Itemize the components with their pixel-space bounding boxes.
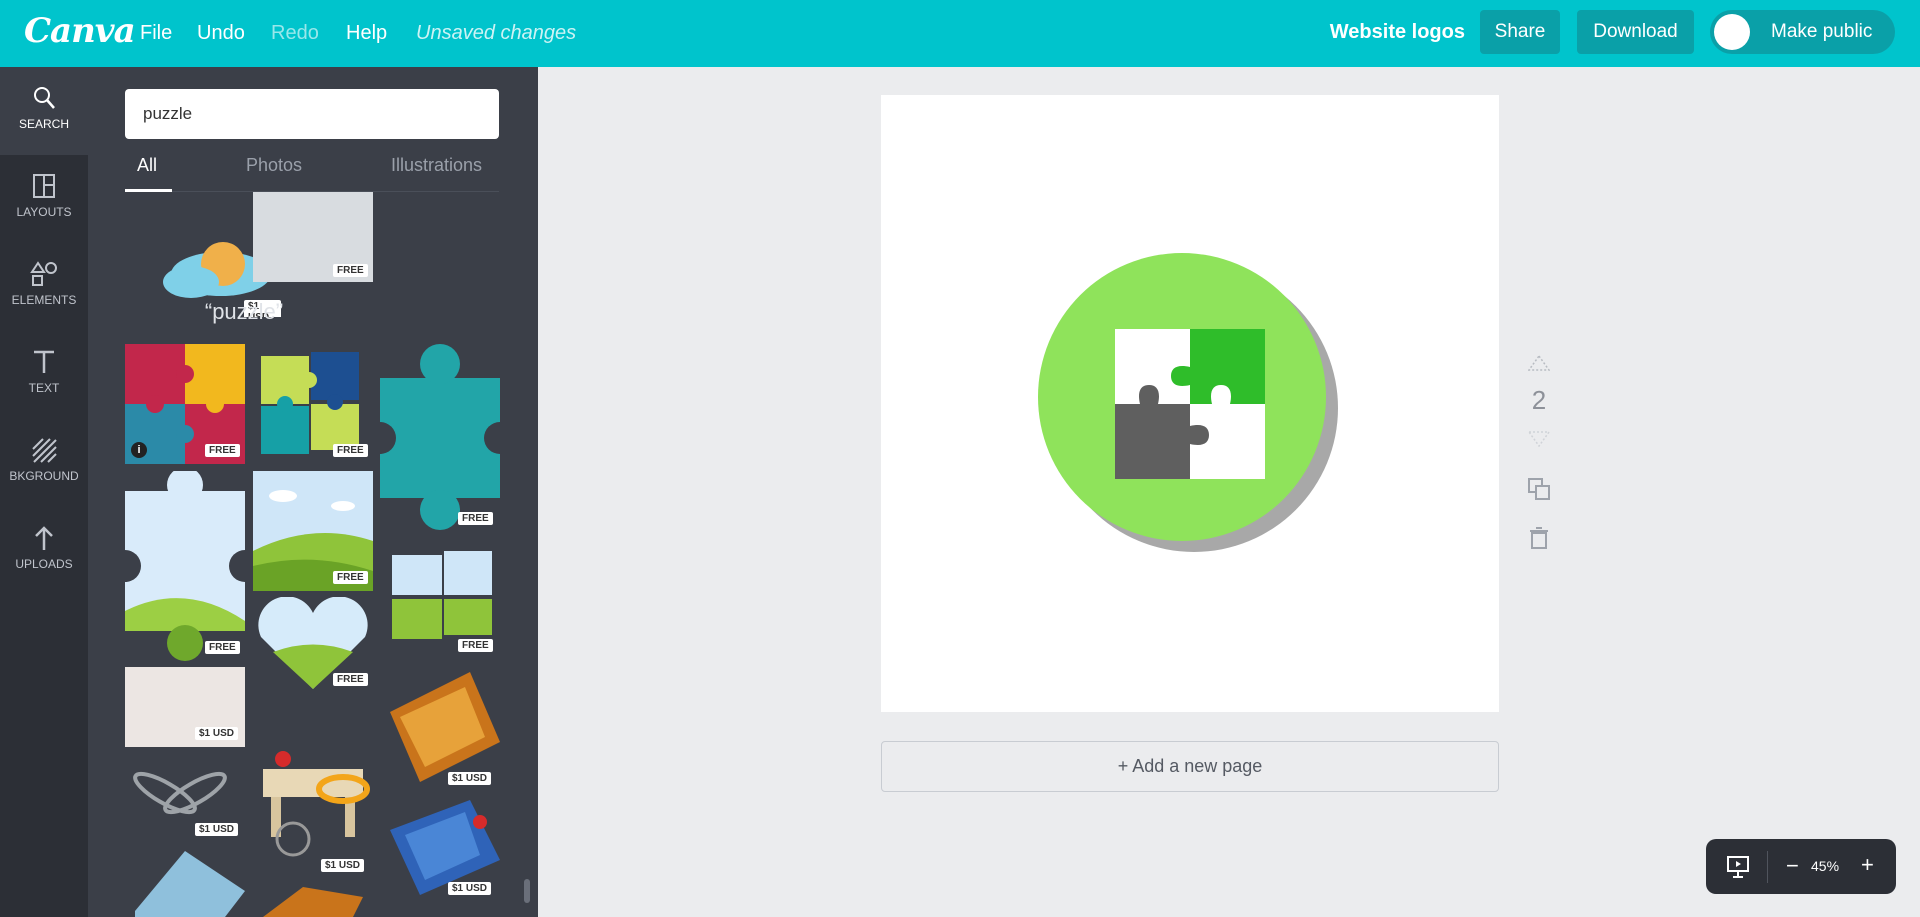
price-badge: $1 USD [448, 882, 492, 895]
zoom-divider [1767, 851, 1768, 883]
rail-uploads[interactable]: UPLOADS [0, 507, 88, 595]
result-thumbnail[interactable]: $1 USD [125, 753, 245, 843]
zoom-in-icon[interactable]: + [1861, 852, 1874, 878]
rail-background[interactable]: BKGROUND [0, 419, 88, 507]
tab-illustrations[interactable]: Illustrations [391, 155, 482, 176]
rail-search-label: SEARCH [18, 117, 69, 131]
free-badge: FREE [205, 444, 240, 457]
panel-scrollbar[interactable] [524, 879, 530, 903]
top-bar: Canva File Undo Redo Help Unsaved change… [0, 0, 1920, 67]
free-badge: FREE [333, 673, 368, 686]
result-thumbnail[interactable]: $1 USD [380, 800, 502, 900]
present-icon[interactable] [1726, 855, 1750, 879]
result-thumbnail[interactable] [125, 851, 245, 917]
result-thumbnail[interactable]: FREE [125, 471, 245, 661]
free-badge: FREE [333, 264, 368, 277]
free-badge: FREE [458, 639, 493, 652]
rail-layouts[interactable]: LAYOUTS [0, 155, 88, 243]
canva-logo[interactable]: Canva [24, 11, 136, 51]
zoom-level[interactable]: 45% [1811, 858, 1839, 874]
tab-photos[interactable]: Photos [246, 155, 302, 176]
free-badge: FREE [333, 444, 368, 457]
side-rail: SEARCH LAYOUTS ELEMENTS TEXT BKGROUND UP… [0, 67, 88, 917]
search-panel: All Photos Illustrations $1 USD FREE “pu… [88, 67, 538, 917]
result-thumbnail[interactable]: FREE [380, 541, 502, 659]
zoom-out-icon[interactable]: − [1786, 853, 1799, 879]
result-thumbnail[interactable]: i FREE [125, 344, 245, 464]
wooden-toy-puzzle-image [263, 751, 370, 857]
text-icon [34, 350, 54, 373]
result-thumbnail[interactable]: FREE [253, 471, 373, 591]
redo-button[interactable]: Redo [271, 22, 319, 45]
design-name[interactable]: Website logos [1330, 21, 1465, 44]
rail-background-label: BKGROUND [9, 469, 79, 483]
result-thumbnail[interactable]: $1 USD [380, 672, 502, 792]
undo-button[interactable]: Undo [197, 22, 245, 45]
price-badge: $1 USD [195, 823, 239, 836]
free-badge: FREE [458, 512, 493, 525]
file-menu[interactable]: File [140, 22, 172, 45]
teal-puzzle-piece-image [380, 344, 502, 530]
free-badge: FREE [333, 571, 368, 584]
page-number: 2 [1531, 385, 1547, 415]
save-status: Unsaved changes [416, 22, 577, 44]
price-badge: $1 USD [195, 727, 239, 740]
rail-text[interactable]: TEXT [0, 331, 88, 419]
result-thumbnail[interactable]: $1 USD [125, 667, 245, 747]
result-thumbnail[interactable]: FREE [253, 344, 373, 464]
rail-layouts-label: LAYOUTS [16, 205, 72, 219]
help-menu[interactable]: Help [346, 22, 387, 45]
shapes-icon [30, 261, 57, 286]
zoom-controls: − 45% + [1706, 839, 1896, 894]
free-badge: FREE [205, 641, 240, 654]
layouts-icon [33, 174, 55, 198]
design-canvas[interactable] [881, 95, 1499, 712]
puzzle-logo-design[interactable] [881, 95, 1499, 712]
price-badge: $1 USD [448, 772, 492, 785]
info-icon[interactable]: i [131, 442, 147, 458]
share-button[interactable]: Share [1480, 10, 1560, 54]
page-tools: 2 [1524, 355, 1554, 555]
result-thumbnail[interactable]: FREE [253, 192, 373, 282]
make-public-label: Make public [1771, 21, 1873, 42]
rail-elements[interactable]: ELEMENTS [0, 243, 88, 331]
tab-all[interactable]: All [137, 155, 157, 176]
move-page-down-icon[interactable] [1528, 431, 1550, 447]
toggle-knob [1714, 14, 1750, 50]
search-input[interactable] [125, 89, 499, 139]
trash-icon[interactable] [1529, 527, 1549, 549]
price-badge: $1 USD [321, 859, 365, 872]
download-button[interactable]: Download [1577, 10, 1694, 54]
result-thumbnail[interactable]: FREE [380, 344, 502, 534]
result-thumbnail[interactable]: $1 USD [253, 699, 373, 881]
rail-search[interactable]: SEARCH [0, 67, 88, 155]
sky-puzzle-piece-image [125, 471, 245, 661]
result-thumbnail[interactable] [253, 887, 373, 917]
rail-text-label: TEXT [28, 381, 60, 395]
search-icon [34, 87, 55, 109]
rail-elements-label: ELEMENTS [11, 293, 77, 307]
move-page-up-icon[interactable] [1528, 355, 1550, 371]
make-public-toggle[interactable]: Make public [1710, 10, 1895, 54]
rail-uploads-label: UPLOADS [15, 557, 73, 571]
result-thumbnail[interactable]: FREE [253, 597, 373, 692]
golden-puzzle-image [263, 887, 363, 917]
copy-page-icon[interactable] [1527, 477, 1551, 501]
add-page-button[interactable]: + Add a new page [881, 741, 1499, 792]
upload-arrow-icon [35, 526, 53, 550]
ice-puzzle-image [135, 851, 245, 917]
section-title: “puzzle” [204, 299, 284, 324]
background-icon [32, 438, 57, 463]
